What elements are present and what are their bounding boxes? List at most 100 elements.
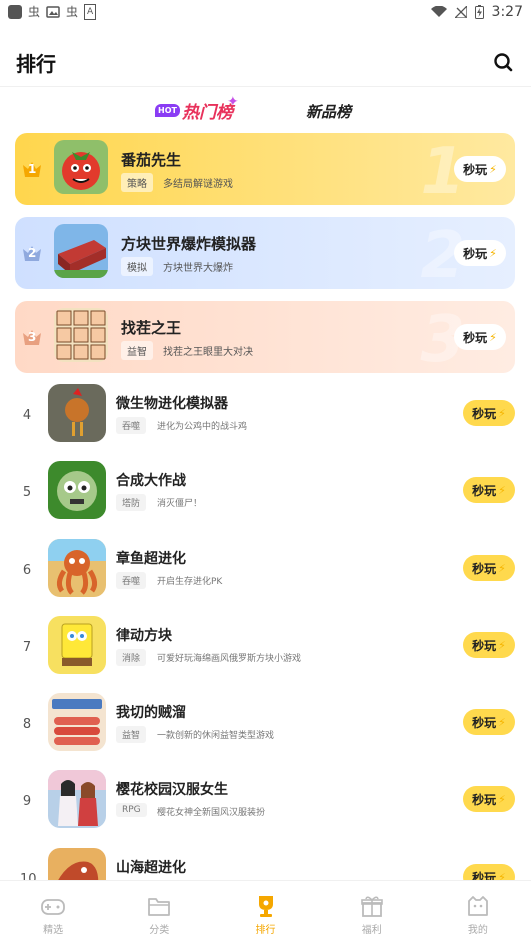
nav-welfare[interactable]: 福利 <box>319 881 425 944</box>
game-name: 番茄先生 <box>121 151 182 169</box>
gift-icon <box>360 896 383 917</box>
play-button[interactable]: 秒玩 ⚡ <box>463 555 515 581</box>
folder-icon <box>148 898 171 916</box>
rank-number: 4 <box>22 408 32 423</box>
notification-glyph: 虫 <box>66 5 79 19</box>
tab-hot-label: 热门榜 <box>181 103 233 123</box>
nav-category[interactable]: 分类 <box>106 881 212 944</box>
divider <box>0 86 531 87</box>
list-item[interactable]: 8 我切的贼溜 益智 一款创新的休闲益智类型游戏 秒玩 ⚡ <box>0 693 531 763</box>
rank-number: 9 <box>22 794 32 809</box>
play-label: 秒玩 <box>472 406 497 421</box>
play-button[interactable]: 秒玩 ⚡ <box>463 786 515 812</box>
play-button[interactable]: 秒玩 ⚡ <box>463 477 515 503</box>
game-desc: 方块世界大爆炸 <box>163 263 233 274</box>
game-desc: 一款创新的休闲益智类型游戏 <box>157 731 275 741</box>
play-label: 秒玩 <box>463 246 488 261</box>
bottom-nav: 精选 分类 排行 福利 我的 <box>0 880 531 944</box>
bolt-icon: ⚡ <box>498 715 506 729</box>
game-desc: 多结局解谜游戏 <box>163 179 233 190</box>
play-button[interactable]: 秒玩 ⚡ <box>463 400 515 426</box>
play-label: 秒玩 <box>472 715 497 730</box>
game-icon <box>48 539 106 597</box>
bolt-icon: ⚡ <box>498 561 506 575</box>
list-item[interactable]: 9 樱花校园汉服女生 RPG 樱花女神全新国风汉服装扮 秒玩 ⚡ <box>0 770 531 840</box>
game-name: 律动方块 <box>116 628 172 644</box>
nav-label: 排行 <box>255 925 276 936</box>
game-tag: 模拟 <box>121 257 153 276</box>
profile-icon <box>468 896 488 916</box>
nav-label: 分类 <box>149 925 170 936</box>
game-tag: 消除 <box>116 649 147 666</box>
nav-profile[interactable]: 我的 <box>425 881 531 944</box>
list-item[interactable]: 6 章鱼超进化 吞噬 开启生存进化PK 秒玩 ⚡ <box>0 539 531 609</box>
game-name: 章鱼超进化 <box>116 551 186 567</box>
battery-icon <box>474 5 484 19</box>
top-game-card[interactable]: 1 1 番茄先生 策略 多结局解谜游戏 秒玩 ⚡ <box>15 133 515 205</box>
list-item[interactable]: 5 合成大作战 塔防 消灭僵尸！ 秒玩 ⚡ <box>0 461 531 531</box>
play-button[interactable]: 秒玩 ⚡ <box>454 324 506 350</box>
game-name: 山海超进化 <box>116 860 186 876</box>
play-label: 秒玩 <box>472 483 497 498</box>
nav-label: 精选 <box>43 925 64 936</box>
play-label: 秒玩 <box>472 561 497 576</box>
sparkle-icon: ✦ <box>227 94 239 110</box>
game-desc: 樱花女神全新国风汉服装扮 <box>157 808 266 818</box>
search-icon[interactable] <box>491 50 515 74</box>
image-icon <box>46 6 60 18</box>
header: 排行 <box>0 40 531 84</box>
game-icon <box>48 461 106 519</box>
nav-featured[interactable]: 精选 <box>0 881 106 944</box>
play-label: 秒玩 <box>463 330 488 345</box>
tab-new[interactable]: 新品榜 <box>306 101 351 122</box>
status-right: 3:27 <box>430 4 523 20</box>
bolt-icon: ⚡ <box>498 638 506 652</box>
game-desc: 找茬之王眼里大对决 <box>163 347 253 358</box>
play-label: 秒玩 <box>472 792 497 807</box>
game-desc: 可爱好玩海绵画风俄罗斯方块小游戏 <box>157 654 302 664</box>
play-label: 秒玩 <box>463 162 488 177</box>
nav-ranking[interactable]: 排行 <box>212 881 318 944</box>
game-name: 合成大作战 <box>116 473 186 489</box>
game-icon <box>48 770 106 828</box>
game-icon <box>48 616 106 674</box>
game-desc: 开启生存进化PK <box>157 577 223 587</box>
game-desc: 进化为公鸡中的战斗鸡 <box>157 422 248 432</box>
game-tag: 策略 <box>121 173 153 192</box>
trophy-icon <box>258 896 273 917</box>
notification-icon <box>8 5 22 19</box>
list-item[interactable]: 7 律动方块 消除 可爱好玩海绵画风俄罗斯方块小游戏 秒玩 ⚡ <box>0 616 531 686</box>
rank-number: 7 <box>22 640 32 655</box>
game-icon <box>48 384 106 442</box>
rank-number: 5 <box>22 485 32 500</box>
play-button[interactable]: 秒玩 ⚡ <box>454 156 506 182</box>
tab-hot[interactable]: HOT 热门榜 <box>155 98 233 123</box>
game-icon <box>54 308 108 362</box>
status-left: 虫 虫 A <box>8 4 97 20</box>
wifi-icon <box>430 6 447 17</box>
game-name: 我切的贼溜 <box>116 705 186 721</box>
game-icon <box>54 140 108 194</box>
top-game-card[interactable]: 2 2 方块世界爆炸模拟器 模拟 方块世界大爆炸 秒玩 ⚡ <box>15 217 515 289</box>
rank-number: 3 <box>28 330 37 344</box>
bolt-icon: ⚡ <box>498 792 506 806</box>
gamepad-icon <box>41 899 65 915</box>
rank-number: 2 <box>28 246 37 260</box>
status-bar: 虫 虫 A 3:27 <box>0 0 531 24</box>
game-name: 方块世界爆炸模拟器 <box>121 235 257 253</box>
nav-label: 福利 <box>361 925 382 936</box>
bolt-icon: ⚡ <box>489 330 497 344</box>
bolt-icon: ⚡ <box>498 483 506 497</box>
game-tag: 吞噬 <box>116 417 147 434</box>
clock: 3:27 <box>491 4 523 20</box>
rank-number: 6 <box>22 563 32 578</box>
list-item[interactable]: 4 微生物进化模拟器 吞噬 进化为公鸡中的战斗鸡 秒玩 ⚡ <box>0 384 531 454</box>
play-button[interactable]: 秒玩 ⚡ <box>454 240 506 266</box>
top-game-card[interactable]: 3 3 找茬之王 益智 找茬之王眼里大对决 秒玩 ⚡ <box>15 301 515 373</box>
play-button[interactable]: 秒玩 ⚡ <box>463 632 515 658</box>
no-signal-icon <box>454 6 467 18</box>
game-name: 找茬之王 <box>121 319 182 337</box>
game-tag: 吞噬 <box>116 572 147 589</box>
game-icon <box>54 224 108 278</box>
play-button[interactable]: 秒玩 ⚡ <box>463 709 515 735</box>
